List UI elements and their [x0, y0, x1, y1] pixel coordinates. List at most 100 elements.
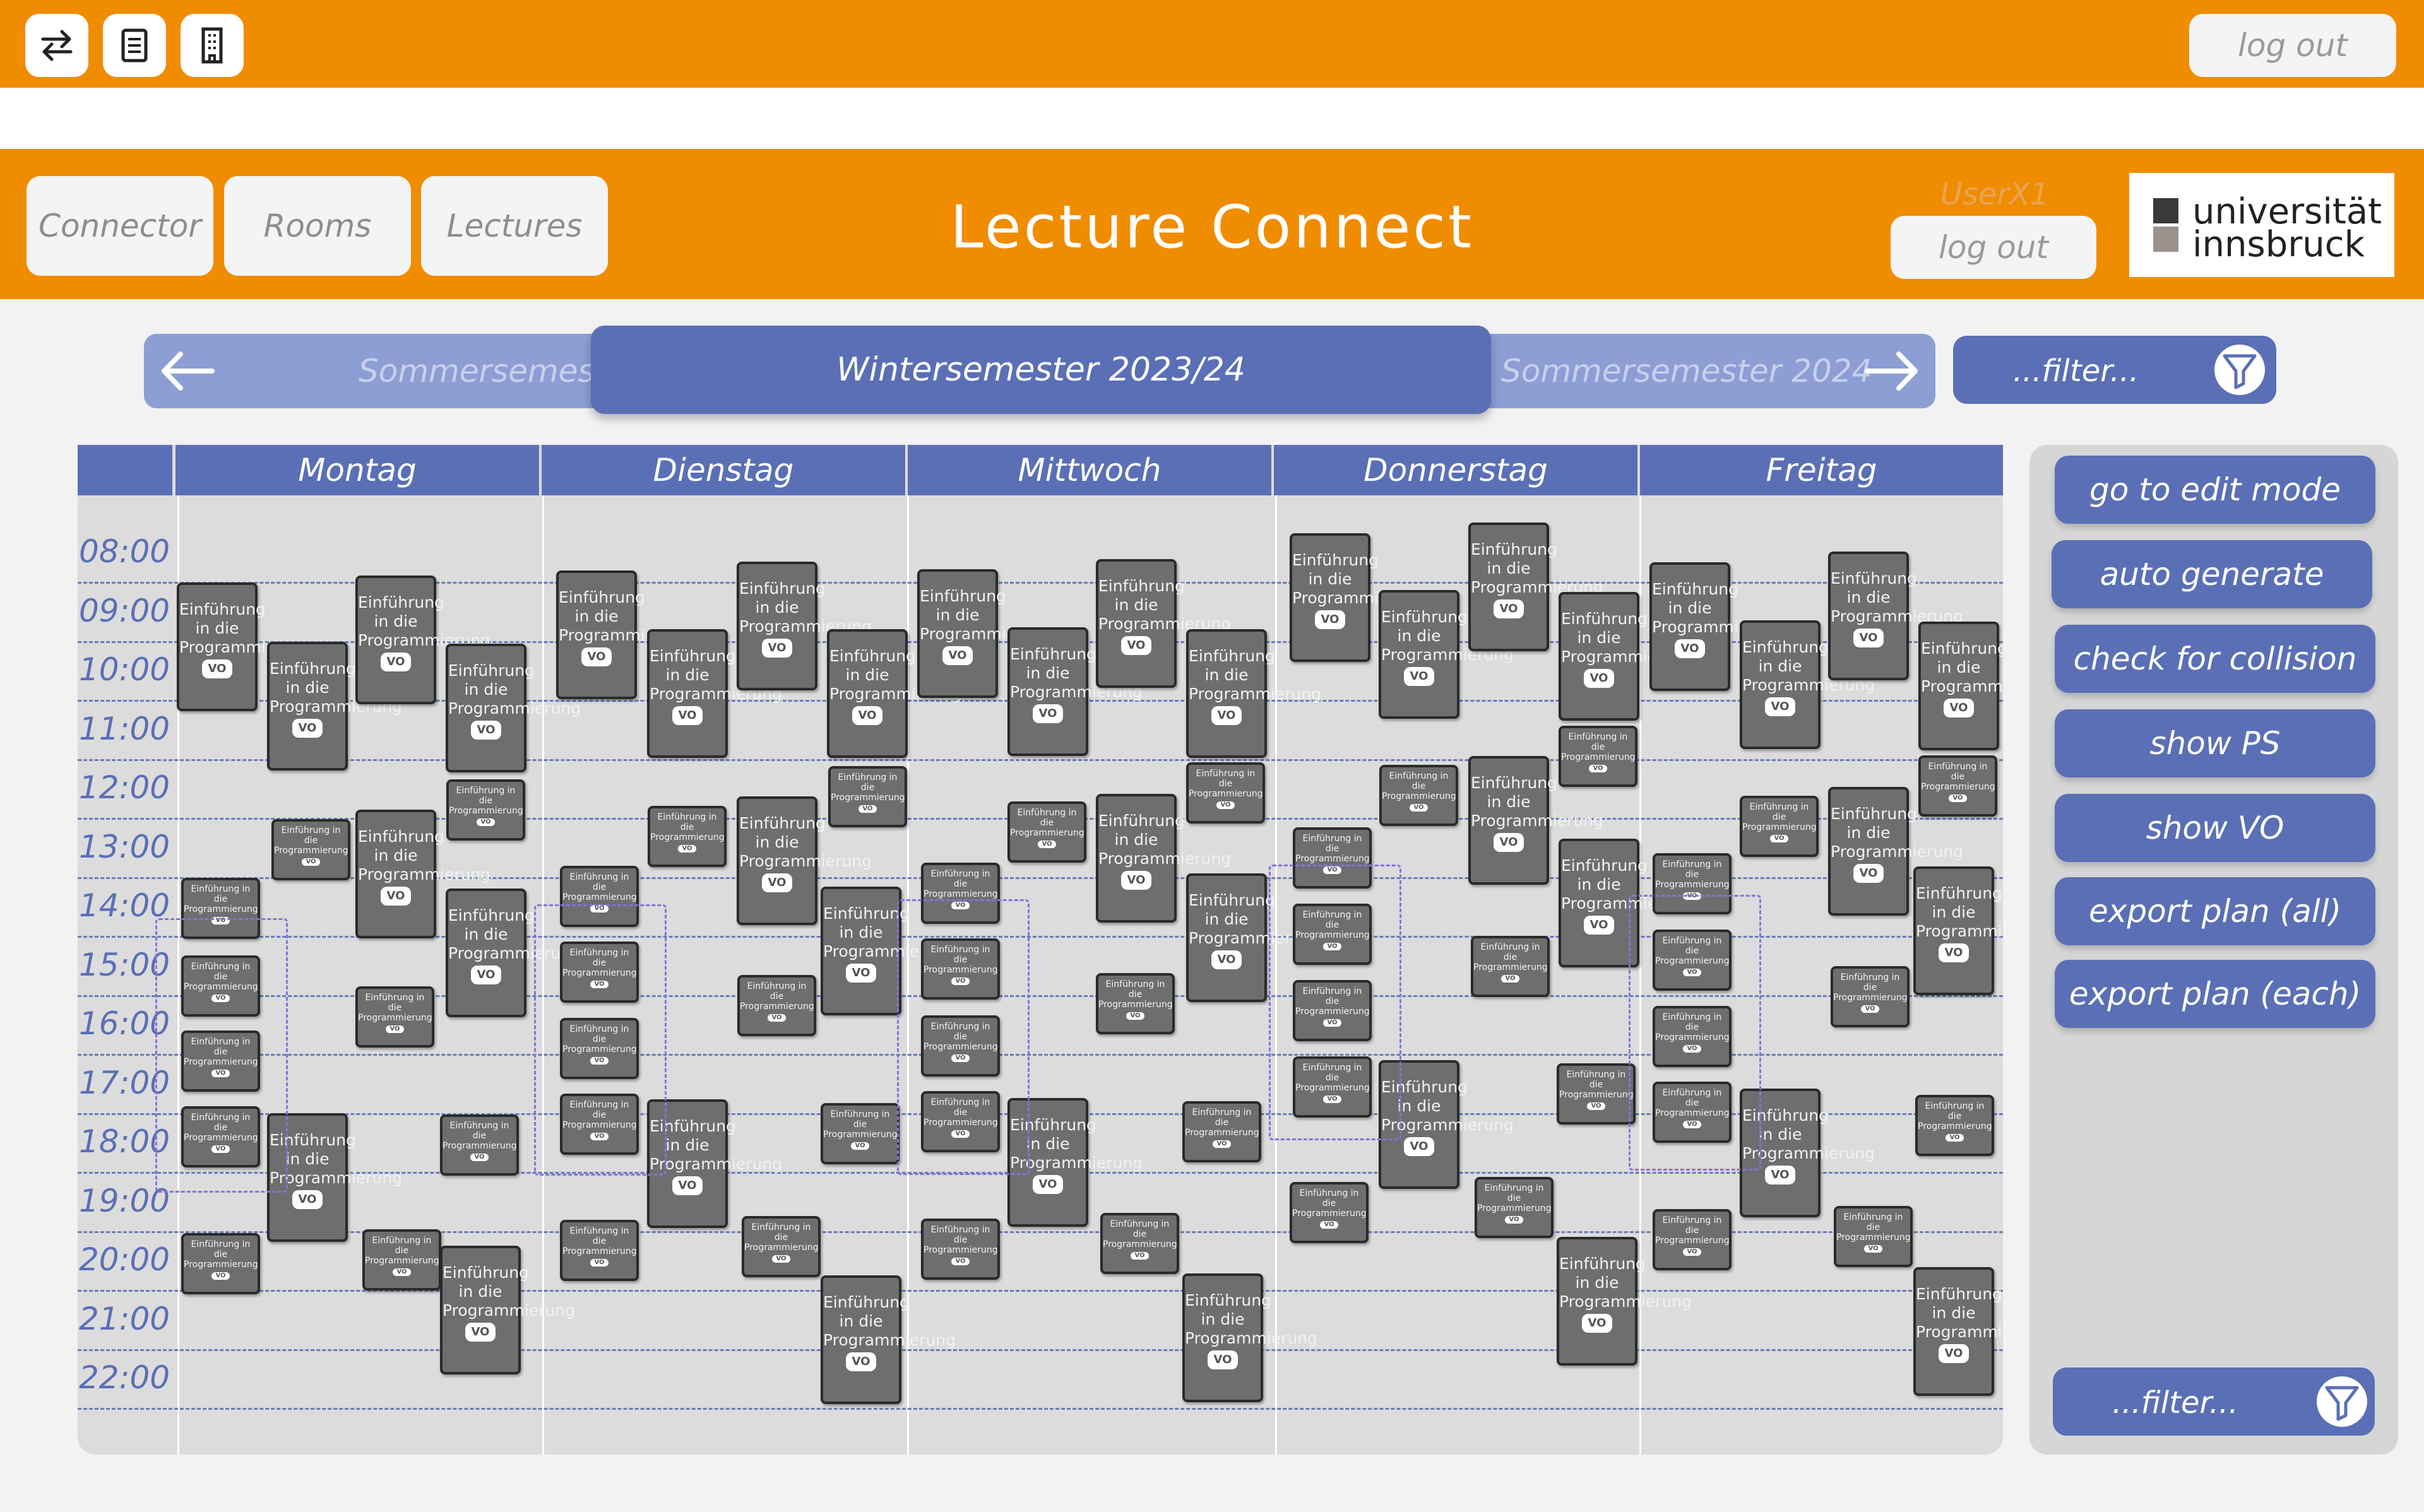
lecture-card[interactable]: Einführung in die Programmierung VO [1559, 592, 1694, 721]
lecture-card[interactable]: Einführung in die Programmierung VO [271, 819, 350, 880]
lecture-card[interactable]: Einführung in die Programmierung VO [1186, 762, 1265, 824]
lecture-card[interactable]: Einführung in die Programmierung VO [737, 796, 872, 925]
lecture-type-badge: VO [1853, 629, 1884, 647]
lecture-card[interactable]: Einführung in die Programmierung VO [648, 806, 727, 867]
lecture-card[interactable]: Einführung in die Programmierung VO [355, 810, 490, 938]
lecture-card[interactable]: Einführung in die Programmierung VO [1740, 620, 1875, 749]
lecture-title: Einführung in die Programmierung [1185, 1291, 1317, 1347]
current-semester[interactable]: Wintersemester 2023/24 [591, 326, 1491, 414]
lecture-card[interactable]: Einführung in die Programmierung VO [821, 1103, 900, 1164]
lecture-card[interactable]: Einführung in die Programmierung VO [742, 1216, 821, 1277]
export-all-button[interactable]: export plan (all) [2055, 877, 2375, 945]
lecture-card[interactable]: Einführung in die Programmierung VO [1913, 866, 2003, 995]
lecture-card[interactable]: Einführung in die Programmierung VO [1915, 1095, 1994, 1156]
lecture-card[interactable]: Einführung in die Programmierung VO [1468, 523, 1603, 651]
lecture-card[interactable]: Einführung in die Programmierung VO [355, 576, 490, 704]
lecture-card[interactable]: Einführung in die Programmierung VO [446, 779, 525, 841]
hour-gridline [78, 759, 2003, 761]
lecture-title: Einführung in die Programmierung [924, 1225, 998, 1255]
check-collision-button[interactable]: check for collision [2055, 625, 2375, 693]
lecture-card[interactable]: Einführung in die Programmierung VO [1831, 966, 1910, 1027]
header-logout-button[interactable]: log out [1891, 216, 2096, 279]
nav-connector-button[interactable]: Connector [27, 176, 213, 276]
day-header-tuesday: Dienstag [542, 445, 905, 495]
show-ps-button[interactable]: show PS [2055, 709, 2375, 777]
lecture-card[interactable]: Einführung in die Programmierung VO [1007, 627, 1143, 756]
lecture-type-badge: VO [1126, 1012, 1144, 1020]
lecture-title: Einführung in die Programmierung [184, 884, 258, 914]
lecture-card[interactable]: Einführung in die Programmierung VO [1096, 794, 1231, 923]
semester-filter-button[interactable]: ...filter... [1953, 336, 2276, 404]
auto-generate-button[interactable]: auto generate [2052, 540, 2372, 608]
lecture-card[interactable]: Einführung in die Programmierung VO [1918, 622, 2003, 750]
lecture-card[interactable]: Einführung in die Programmierung VO [1649, 562, 1785, 691]
lecture-card[interactable]: Einführung in die Programmierung VO [1557, 1237, 1692, 1366]
lecture-card[interactable]: Einführung in die Programmierung VO [1828, 552, 1963, 680]
nav-rooms-button[interactable]: Rooms [224, 176, 411, 276]
lecture-card[interactable]: Einführung in die Programmierung VO [1096, 559, 1231, 688]
lecture-card[interactable]: Einführung in die Programmierung VO [1379, 590, 1514, 719]
lecture-card[interactable]: Einführung in die Programmierung VO [362, 1229, 441, 1291]
lecture-card[interactable]: Einführung in die Programmierung VO [1828, 787, 1963, 916]
arrow-right-icon[interactable] [1861, 349, 1922, 393]
lecture-card[interactable]: Einführung in die Programmierung VO [177, 582, 312, 711]
lecture-card[interactable]: Einführung in die Programmierung VO [1918, 755, 1997, 817]
show-vo-button[interactable]: show VO [2055, 794, 2375, 862]
lecture-card[interactable]: Einführung in die Programmierung VO [1559, 839, 1694, 967]
document-list-icon[interactable] [103, 14, 166, 77]
lecture-type-badge: VO [1314, 610, 1346, 629]
lecture-card[interactable]: Einführung in die Programmierung VO [1007, 801, 1086, 863]
lecture-card[interactable]: Einführung in die Programmierung VO [921, 1219, 1000, 1280]
lecture-card[interactable]: Einführung in die Programmierung VO [737, 562, 872, 690]
export-each-button[interactable]: export plan (each) [2055, 960, 2375, 1028]
lecture-card[interactable]: Einführung in die Programmierung VO [446, 644, 581, 772]
lecture-card[interactable]: Einführung in die Programmierung VO [917, 569, 1052, 698]
lecture-card[interactable]: Einführung in die Programmierung VO [1834, 1206, 1913, 1267]
lecture-card[interactable]: Einführung in die Programmierung VO [181, 1233, 260, 1294]
lecture-card[interactable]: Einführung in die Programmierung VO [1096, 973, 1175, 1034]
time-label: 10:00 [79, 651, 170, 688]
lecture-card[interactable]: Einführung in die Programmierung VO [355, 986, 434, 1048]
next-semester[interactable]: Sommersemester 2024 [1501, 353, 1872, 389]
lecture-card[interactable]: Einführung in die Programmierung VO [1471, 936, 1550, 997]
lecture-card[interactable]: Einführung in die Programmierung VO [821, 887, 956, 1015]
lecture-title: Einführung in die Programmierung [448, 661, 581, 718]
panel-filter-button[interactable]: ...filter... [2053, 1367, 2375, 1436]
swap-arrows-icon[interactable] [25, 14, 88, 77]
lecture-card[interactable]: Einführung in die Programmierung VO [821, 1275, 956, 1404]
lecture-card[interactable]: Einführung in die Programmierung VO [1186, 629, 1321, 758]
lecture-card[interactable]: Einführung in die Programmierung VO [737, 975, 816, 1036]
lecture-card[interactable]: Einführung in die Programmierung VO [1740, 796, 1819, 857]
edit-mode-button[interactable]: go to edit mode [2055, 456, 2375, 524]
lecture-card[interactable]: Einführung in die Programmierung VO [1379, 765, 1458, 826]
parallel-group-outline [1269, 865, 1401, 1140]
lecture-card[interactable]: Einführung in die Programmierung VO [1557, 1063, 1636, 1125]
lecture-card[interactable]: Einführung in die Programmierung VO [827, 629, 962, 758]
nav-lectures-button[interactable]: Lectures [421, 176, 608, 276]
time-label: 09:00 [79, 592, 170, 629]
lecture-card[interactable]: Einführung in die Programmierung VO [647, 629, 782, 758]
lecture-type-badge: VO [1505, 1216, 1523, 1224]
lecture-card[interactable]: Einführung in die Programmierung VO [1182, 1273, 1317, 1402]
lecture-card[interactable]: Einführung in die Programmierung VO [828, 766, 907, 827]
lecture-card[interactable]: Einführung in die Programmierung VO [267, 642, 402, 771]
lecture-card[interactable]: Einführung in die Programmierung VO [440, 1114, 519, 1176]
lecture-card[interactable]: Einführung in die Programmierung VO [1182, 1101, 1261, 1162]
arrow-left-icon[interactable] [158, 349, 218, 393]
lecture-card[interactable]: Einführung in die Programmierung VO [1468, 756, 1603, 885]
building-icon[interactable] [181, 14, 244, 77]
lecture-card[interactable]: Einführung in die Programmierung VO [1559, 726, 1637, 787]
lecture-card[interactable]: Einführung in die Programmierung VO [556, 570, 691, 699]
lecture-card[interactable]: Einführung in die Programmierung VO [560, 1220, 639, 1281]
lecture-card[interactable]: Einführung in die Programmierung VO [1100, 1213, 1179, 1274]
lecture-card[interactable]: Einführung in die Programmierung VO [1290, 533, 1425, 662]
lecture-card[interactable]: Einführung in die Programmierung VO [1475, 1177, 1554, 1238]
lecture-card[interactable]: Einführung in die Programmierung VO [1290, 1182, 1369, 1243]
logout-button[interactable]: log out [2189, 14, 2396, 77]
lecture-card[interactable]: Einführung in die Programmierung VO [440, 1246, 575, 1374]
lecture-card[interactable]: Einführung in die Programmierung VO [1186, 873, 1321, 1002]
lecture-card[interactable]: Einführung in die Programmierung VO [1653, 1209, 1732, 1270]
lecture-card[interactable]: Einführung in die Programmierung VO [1913, 1267, 2003, 1396]
lecture-type-badge: VO [1211, 950, 1242, 969]
lecture-card[interactable]: Einführung in die Programmierung VO [446, 889, 581, 1017]
